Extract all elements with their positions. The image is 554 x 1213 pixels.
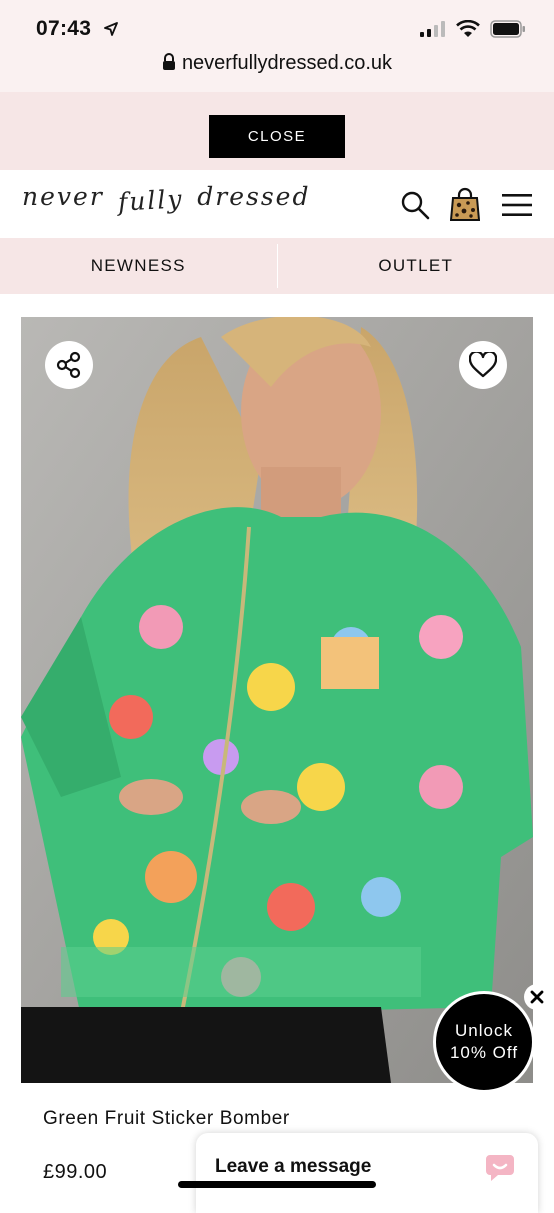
- product-price: £99.00: [43, 1161, 107, 1184]
- lock-icon: [162, 53, 176, 71]
- url-text: neverfullydressed.co.uk: [182, 52, 392, 74]
- product-photo: [21, 317, 533, 1083]
- wishlist-button[interactable]: [459, 341, 507, 389]
- site-logo[interactable]: neverfullydressed: [22, 182, 310, 211]
- logo-word: fully: [117, 184, 184, 216]
- chat-bubble-icon: [484, 1151, 516, 1183]
- shopping-bag-icon[interactable]: [450, 187, 480, 221]
- home-indicator[interactable]: [178, 1181, 376, 1188]
- status-icons: [420, 20, 526, 38]
- status-time: 07:43: [36, 17, 91, 41]
- signal-icon: [420, 21, 446, 37]
- location-arrow-icon: [104, 22, 118, 36]
- search-icon[interactable]: [400, 190, 430, 220]
- close-icon: [530, 990, 544, 1004]
- hamburger-menu-icon[interactable]: [502, 193, 532, 217]
- heart-icon: [469, 352, 497, 378]
- share-icon: [55, 351, 83, 379]
- chat-label: Leave a message: [215, 1156, 371, 1178]
- category-nav: NEWNESS OUTLET: [0, 238, 554, 294]
- address-bar[interactable]: neverfullydressed.co.uk: [0, 52, 554, 75]
- promo-strip: CLOSE: [0, 92, 554, 170]
- wifi-icon: [456, 20, 480, 38]
- unlock-line2: 10% Off: [450, 1042, 518, 1064]
- battery-icon: [490, 20, 526, 38]
- browser-status-bar: 07:43 neverfullydressed.co.uk: [0, 0, 554, 92]
- unlock-line1: Unlock: [455, 1020, 513, 1042]
- logo-word: never: [22, 182, 104, 211]
- unlock-close-button[interactable]: [524, 984, 550, 1010]
- unlock-discount-badge[interactable]: Unlock 10% Off: [433, 991, 535, 1093]
- share-button[interactable]: [45, 341, 93, 389]
- logo-word: dressed: [197, 182, 310, 211]
- product-name[interactable]: Green Fruit Sticker Bomber: [43, 1108, 290, 1130]
- close-button[interactable]: CLOSE: [209, 115, 345, 158]
- site-header: never fully dressed: [0, 170, 554, 238]
- chat-widget[interactable]: Leave a message: [196, 1133, 538, 1213]
- nav-item-outlet[interactable]: OUTLET: [278, 238, 554, 294]
- nav-item-newness[interactable]: NEWNESS: [0, 238, 277, 294]
- product-image[interactable]: [21, 317, 533, 1083]
